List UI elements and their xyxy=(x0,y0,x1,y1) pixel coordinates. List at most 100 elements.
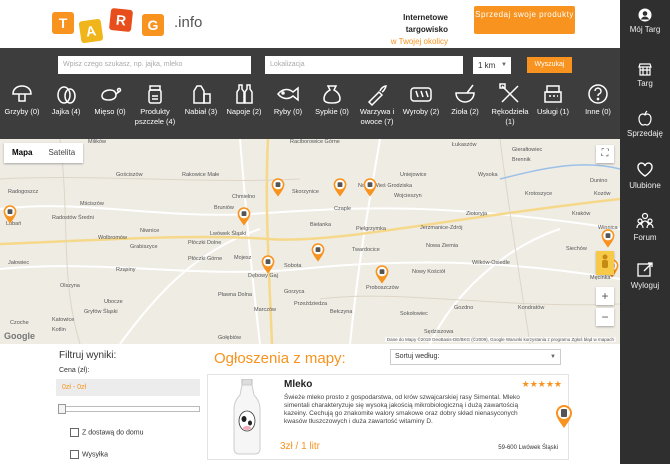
category-rekodziela[interactable]: Rękodzieła (1) xyxy=(487,81,533,127)
logo-suffix: .info xyxy=(174,14,203,31)
category-ryby[interactable]: Ryby (0) xyxy=(268,81,308,117)
street-view-pegman-icon[interactable] xyxy=(596,251,614,275)
listing-card[interactable]: Mleko ★★★★★ Świeże mleko prosto z gospod… xyxy=(207,374,572,460)
sidebar-item-targ[interactable]: Targ xyxy=(620,62,670,88)
zoom-in-button[interactable]: + xyxy=(596,287,614,305)
tagline-line1: Internetowe xyxy=(403,13,448,22)
category-label: Produkty pszczele (4) xyxy=(134,107,176,126)
map-type-tabs: Mapa Satelita xyxy=(4,143,84,163)
listing-pin-icon[interactable] xyxy=(260,253,276,275)
category-label: Nabiał (3) xyxy=(184,107,218,116)
filter-title: Filtruj wyniki: xyxy=(59,350,117,361)
town-label: Wolbromów xyxy=(98,235,127,241)
category-jajka[interactable]: Jajka (4) xyxy=(46,81,86,117)
town-label: Milików xyxy=(88,139,107,145)
logout-icon xyxy=(637,262,653,277)
tagline-line2: targowisko xyxy=(405,25,448,34)
listing-pin-icon[interactable] xyxy=(310,241,326,263)
checkbox-box[interactable] xyxy=(70,450,79,459)
sack-icon xyxy=(323,85,341,104)
sort-select[interactable]: Sortuj według: ▼ xyxy=(390,349,561,365)
dairy-icon xyxy=(193,85,211,104)
vegetables-icon xyxy=(367,85,388,106)
town-label: Marczów xyxy=(254,307,277,313)
category-ziola[interactable]: Zioła (2) xyxy=(445,81,485,117)
town-label: Dunino xyxy=(590,178,608,184)
user-icon xyxy=(638,8,652,22)
town-label: Czaple xyxy=(334,206,352,212)
category-label: Usługi (1) xyxy=(536,107,570,116)
category-inne[interactable]: Inne (0) xyxy=(578,81,618,117)
listing-pin-icon[interactable] xyxy=(374,263,390,285)
category-nabial[interactable]: Nabiał (3) xyxy=(180,81,222,117)
price-slider-handle[interactable] xyxy=(58,404,66,414)
category-label: Grzyby (0) xyxy=(4,107,40,116)
sidebar-item-forum[interactable]: Forum xyxy=(620,212,670,242)
category-sypkie[interactable]: Sypkie (0) xyxy=(311,81,353,117)
fullscreen-button[interactable]: ⛶ xyxy=(596,145,614,163)
map-credit[interactable]: Dane do Mapy ©2019 GeoBasis-DE/BKG (©200… xyxy=(384,337,616,342)
location-input[interactable]: Lokalizacja xyxy=(265,56,463,74)
apple-icon xyxy=(638,110,652,126)
sidebar-item-wyloguj[interactable]: Wyloguj xyxy=(620,262,670,290)
map-pin-icon[interactable] xyxy=(554,403,574,429)
sell-products-button[interactable]: Sprzedaj swoje produkty xyxy=(474,6,575,34)
town-label: Wysoka xyxy=(478,172,498,178)
checkbox-box[interactable] xyxy=(70,428,79,437)
logo-letter-a: A xyxy=(78,18,104,44)
heart-icon xyxy=(637,162,653,177)
map[interactable]: Mapa Satelita Milików Raciborowice Górne Ł… xyxy=(0,139,620,344)
sidebar-item-moj-targ[interactable]: Mój Targ xyxy=(620,8,670,34)
town-label: Bełczyna xyxy=(330,309,353,315)
search-input[interactable]: Wpisz czego szukasz, np. jajka, mleko xyxy=(58,56,251,74)
town-label: Uniejowice xyxy=(400,172,427,178)
town-label: Kraków xyxy=(572,211,591,217)
listing-title[interactable]: Mleko xyxy=(284,379,312,390)
category-warzywa-owoce[interactable]: Warzywa i owoce (7) xyxy=(355,81,399,127)
town-label: Lwówek Śląski xyxy=(210,231,247,237)
listing-pin-icon[interactable] xyxy=(362,176,378,198)
town-label: Płóczki Górne xyxy=(188,256,223,262)
meat-icon xyxy=(101,87,122,101)
tab-satellite[interactable]: Satelita xyxy=(40,143,83,163)
town-label: Kozów xyxy=(594,191,611,197)
town-label: Gryfów Śląski xyxy=(84,309,118,315)
sidebar-item-ulubione[interactable]: Ulubione xyxy=(620,162,670,190)
category-mieso[interactable]: Mięso (0) xyxy=(90,81,130,117)
price-range-display: 0zł - 0zł xyxy=(56,379,200,396)
listing-pin-icon[interactable] xyxy=(600,227,616,249)
shipping-label: Wysyłka xyxy=(82,451,108,459)
town-label: Katowice xyxy=(52,317,75,323)
listing-pin-icon[interactable] xyxy=(2,203,18,225)
town-label: Kondratów xyxy=(518,305,545,311)
town-label: Radostów Średni xyxy=(52,215,94,221)
category-grzyby[interactable]: Grzyby (0) xyxy=(2,81,42,117)
category-wyroby[interactable]: Wyroby (2) xyxy=(399,81,443,117)
search-button[interactable]: Wyszukaj xyxy=(527,57,572,73)
logo-letter-t: T xyxy=(52,12,74,34)
sidebar-item-sprzedaje[interactable]: Sprzedaję xyxy=(620,110,670,138)
town-label: Łukaszów xyxy=(452,142,477,148)
tab-map[interactable]: Mapa xyxy=(4,143,40,163)
radius-select[interactable]: 1 km ▼ xyxy=(473,57,511,74)
town-label: Pławna Dolna xyxy=(218,292,252,298)
price-slider[interactable] xyxy=(58,404,200,414)
category-produkty-pszczele[interactable]: Produkty pszczele (4) xyxy=(132,81,178,127)
category-uslugi[interactable]: Usługi (1) xyxy=(533,81,573,117)
town-label: Mojesz xyxy=(234,255,252,261)
question-icon xyxy=(588,84,608,104)
shipping-checkbox[interactable]: Wysyłka xyxy=(70,450,108,459)
tagline-line3: w Twojej okolicy xyxy=(390,37,448,46)
town-label: Niwnice xyxy=(140,228,160,234)
listing-pin-icon[interactable] xyxy=(332,176,348,198)
category-napoje[interactable]: Napoje (2) xyxy=(224,81,264,117)
listings-title: Ogłoszenia z mapy: xyxy=(214,350,346,367)
listing-pin-icon[interactable] xyxy=(270,176,286,198)
town-label: Wilków-Osiedle xyxy=(472,260,510,266)
town-label: Siechów xyxy=(566,246,587,252)
zoom-out-button[interactable]: − xyxy=(596,308,614,326)
logo[interactable]: T A R G .info xyxy=(52,6,212,44)
delivery-checkbox[interactable]: Z dostawą do domu xyxy=(70,428,143,437)
sidebar-item-label: Sprzedaję xyxy=(626,129,664,138)
listing-pin-icon[interactable] xyxy=(236,205,252,227)
